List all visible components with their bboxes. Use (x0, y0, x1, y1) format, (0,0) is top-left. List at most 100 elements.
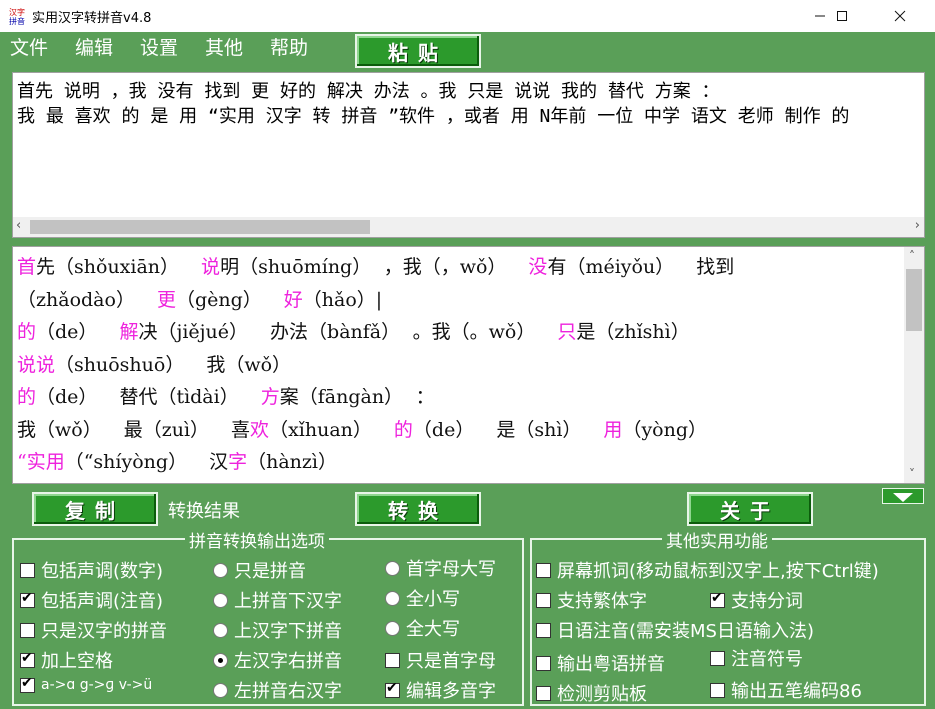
radio-button[interactable] (385, 620, 400, 636)
highlighted-text: 没 (528, 256, 548, 278)
checkbox-option[interactable]: 编辑多音字 (385, 677, 496, 703)
checkbox[interactable] (536, 685, 551, 701)
radio-option[interactable]: 只是拼音 (213, 557, 306, 583)
option-label: 支持分词 (731, 591, 803, 612)
output-text-segment: （yòng） (622, 418, 708, 441)
checkbox-option[interactable]: 支持繁体字 (536, 587, 647, 613)
radio-option[interactable]: 首字母大写 (385, 555, 496, 581)
radio-option[interactable]: 上拼音下汉字 (213, 587, 342, 613)
output-text-segment: （de） (36, 321, 98, 343)
convert-button[interactable]: 转换 (355, 492, 481, 526)
radio-button[interactable] (213, 652, 228, 668)
output-word: 我（wǒ） (206, 354, 291, 376)
option-label: 左拼音右汉字 (234, 681, 342, 702)
option-label: 上汉字下拼音 (234, 621, 342, 642)
output-text-segment: （gèng） (175, 288, 262, 311)
checkbox[interactable] (20, 650, 35, 668)
checkbox[interactable] (385, 652, 400, 668)
radio-option[interactable]: 左汉字右拼音 (213, 647, 342, 673)
checkbox[interactable] (20, 590, 35, 608)
scroll-down-icon[interactable]: ˅ (909, 467, 915, 481)
checkbox[interactable] (20, 675, 35, 693)
scroll-right-icon[interactable]: › (915, 218, 920, 233)
menu-help[interactable]: 帮助 (270, 33, 308, 60)
checkbox-option[interactable]: 屏幕抓词(移动鼠标到汉字上,按下Ctrl键) (536, 557, 879, 583)
output-text-segment: 决（jiějué） (138, 321, 249, 343)
checkbox-option[interactable]: 注音符号 (710, 645, 803, 671)
svg-text:汉字: 汉字 (9, 7, 25, 17)
checkbox[interactable] (536, 655, 551, 671)
checkbox-option[interactable]: 包括声调(数字) (20, 557, 163, 583)
output-word: 没有（méiyǒu） (528, 256, 674, 278)
option-label: 全大写 (406, 619, 460, 640)
option-label: 屏幕抓词(移动鼠标到汉字上,按下Ctrl键) (557, 561, 879, 582)
radio-option[interactable]: 全大写 (385, 615, 460, 641)
output-word: 更（gèng） (157, 289, 262, 311)
horizontal-scrollbar[interactable]: ‹ › (13, 217, 924, 237)
output-text-segment: （de） (36, 386, 98, 408)
checkbox-option[interactable]: 输出五笔编码86 (710, 677, 862, 703)
radio-button[interactable] (385, 590, 400, 606)
maximize-button[interactable] (819, 0, 865, 32)
menu-file[interactable]: 文件 (10, 33, 48, 60)
output-text-segment: ： (415, 386, 435, 408)
option-label: 全小写 (406, 589, 460, 610)
checkbox-option[interactable]: a->ɑ g->ɡ v->ü (20, 675, 152, 693)
checkbox-option[interactable]: 日语注音(需安装MS日语输入法) (536, 617, 814, 643)
checkbox-option[interactable]: 检测剪贴板 (536, 680, 647, 706)
checkbox[interactable] (536, 622, 551, 638)
output-line: （zhǎodào） 更（gèng） 好（hǎo）| (17, 284, 897, 317)
highlighted-text: 好 (283, 288, 303, 311)
checkbox-option[interactable]: 只是汉字的拼音 (20, 617, 167, 643)
scroll-left-icon[interactable]: ‹ (16, 218, 21, 233)
close-button[interactable] (877, 0, 923, 32)
option-label: 只是首字母 (406, 651, 496, 672)
checkbox[interactable] (710, 682, 725, 698)
input-textarea[interactable]: 首先 说明 ，我 没有 找到 更 好的 解决 办法 。我 只是 说说 我的 替代… (12, 72, 925, 238)
radio-option[interactable]: 上汉字下拼音 (213, 617, 342, 643)
option-label: 只是汉字的拼音 (41, 621, 167, 642)
checkbox[interactable] (20, 622, 35, 638)
output-textarea[interactable]: 首先（shǒuxiān） 说明（shuōmíng） ，我（，wǒ） 没有（méiyǒu… (12, 246, 925, 484)
checkbox[interactable] (710, 590, 725, 608)
radio-button[interactable] (213, 682, 228, 698)
menu-other[interactable]: 其他 (205, 33, 243, 60)
option-label: 首字母大写 (406, 559, 496, 580)
output-text-segment: 案（fāngàn） (279, 386, 394, 408)
output-text-segment: 找到 (696, 256, 735, 278)
checkbox-option[interactable]: 加上空格 (20, 647, 113, 673)
vertical-scrollbar[interactable]: ˄ ˅ (904, 247, 924, 483)
radio-button[interactable] (385, 560, 400, 576)
about-button[interactable]: 关于 (687, 492, 813, 526)
menu-edit[interactable]: 编辑 (75, 33, 113, 60)
vertical-scroll-thumb[interactable] (906, 269, 922, 331)
output-text-segment: （de） (412, 418, 475, 441)
horizontal-scroll-thumb[interactable] (30, 220, 370, 234)
checkbox-option[interactable]: 支持分词 (710, 587, 803, 613)
checkbox-option[interactable]: 只是首字母 (385, 647, 496, 673)
radio-option[interactable]: 全小写 (385, 585, 460, 611)
checkbox[interactable] (710, 650, 725, 666)
radio-button[interactable] (213, 622, 228, 638)
checkbox-option[interactable]: 包括声调(注音) (20, 587, 163, 613)
highlighted-text: 说说 (17, 353, 56, 376)
highlighted-text: 更 (156, 288, 176, 311)
menu-settings[interactable]: 设置 (140, 33, 178, 60)
output-word: 。我（。wǒ） (413, 321, 536, 343)
option-label: 注音符号 (731, 649, 803, 670)
radio-button[interactable] (213, 592, 228, 608)
close-icon (894, 10, 906, 22)
triangle-down-icon (893, 493, 913, 502)
checkbox[interactable] (536, 592, 551, 608)
checkbox[interactable] (20, 562, 35, 578)
paste-button[interactable]: 粘贴 (355, 34, 481, 68)
output-word: （zhǎodào） (17, 289, 135, 311)
checkbox[interactable] (385, 680, 400, 698)
radio-option[interactable]: 左拼音右汉字 (213, 677, 342, 703)
scroll-up-icon[interactable]: ˄ (909, 249, 915, 263)
collapse-button[interactable] (882, 488, 924, 504)
checkbox[interactable] (536, 562, 551, 578)
radio-button[interactable] (213, 562, 228, 578)
checkbox-option[interactable]: 输出粤语拼音 (536, 650, 665, 676)
copy-button[interactable]: 复制 (32, 492, 158, 526)
